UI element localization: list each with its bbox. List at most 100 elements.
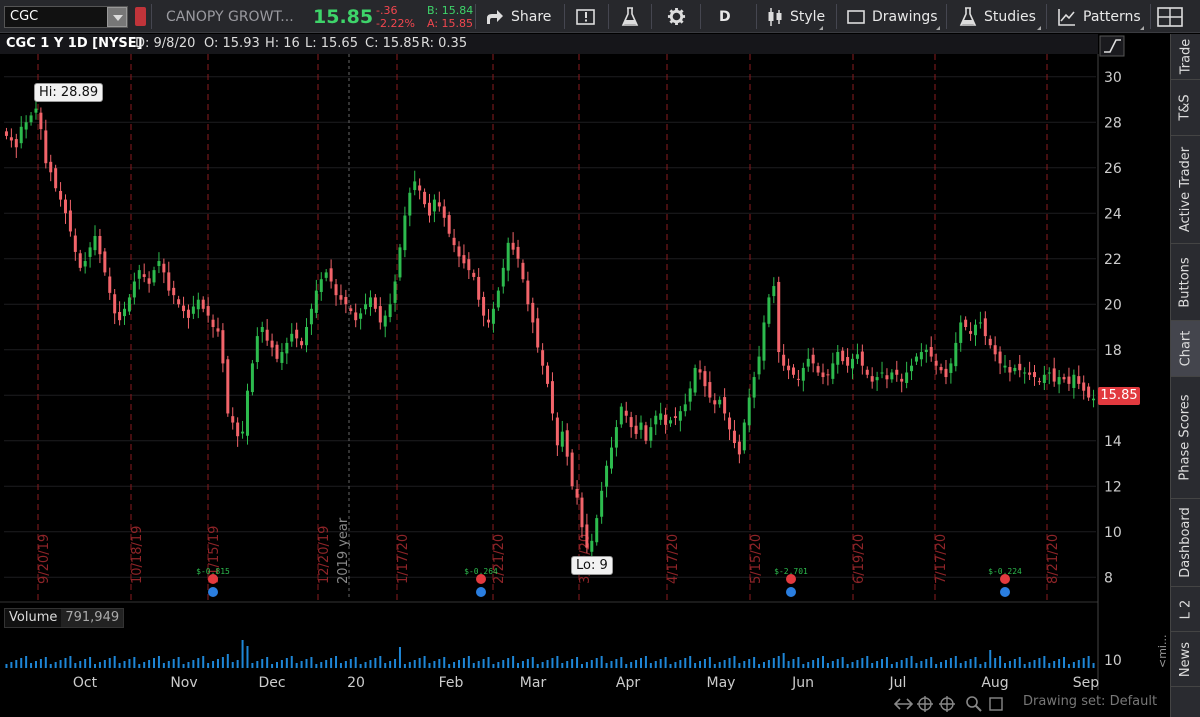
symbol-dropdown-button[interactable] (107, 7, 127, 27)
zoom-in-icon[interactable] (917, 696, 933, 712)
volume-bar (930, 657, 933, 668)
candle-body (68, 210, 72, 232)
side-tab-phase-scores[interactable]: Phase Scores (1171, 377, 1200, 499)
volume-bar (561, 663, 564, 668)
magnifier-icon[interactable] (966, 696, 982, 712)
interval-button[interactable]: D (719, 0, 731, 33)
patterns-button[interactable]: Patterns (1058, 0, 1146, 33)
drawings-button[interactable]: Drawings (847, 0, 942, 33)
event-label: 4/17/20 (666, 534, 681, 584)
volume-bar (374, 658, 377, 668)
volume-bar (462, 658, 465, 668)
crosshair-icon[interactable] (989, 697, 1003, 711)
volume-bar (1072, 662, 1075, 668)
candle-body (570, 452, 574, 487)
dividend-marker-icon[interactable] (476, 587, 486, 597)
side-tab-l-2[interactable]: L 2 (1171, 587, 1200, 632)
candle-body (491, 308, 495, 324)
volume-bar (989, 650, 992, 668)
candle-body (939, 367, 943, 371)
candle-body (142, 274, 146, 277)
side-tab-news[interactable]: News (1171, 632, 1200, 687)
volume-bar (999, 656, 1002, 668)
volume-bar (758, 664, 761, 668)
volume-bar (325, 660, 328, 668)
candle-body (393, 281, 397, 303)
dividend-marker-icon[interactable] (208, 587, 218, 597)
grid-icon (1157, 6, 1183, 27)
side-tab-active-trader[interactable]: Active Trader (1171, 136, 1200, 244)
volume-bar (231, 662, 234, 668)
volume-bar (113, 656, 116, 668)
volume-bar (98, 662, 101, 668)
candle-body (629, 417, 633, 428)
price-chart[interactable]: 9/20/19 10/18/19 11/15/19 12/20/19 1/17/20 2/… (0, 34, 1170, 690)
alert-flag-icon[interactable] (135, 7, 146, 26)
last-price: 15.85 (313, 5, 374, 28)
volume-bar (64, 658, 67, 668)
share-icon (487, 9, 503, 24)
candle-body (910, 365, 914, 372)
side-tab-chart[interactable]: Chart (1171, 321, 1200, 377)
volume-bar (699, 661, 702, 668)
side-tab-buttons[interactable]: Buttons (1171, 244, 1200, 321)
side-tab-label: Chart (1178, 330, 1194, 367)
candle-body (368, 297, 372, 307)
volume-bar (703, 659, 706, 668)
side-tab-t-s[interactable]: T&S (1171, 80, 1200, 136)
side-tab-dashboard[interactable]: Dashboard (1171, 499, 1200, 587)
volume-bar (1018, 657, 1021, 668)
settings-button[interactable] (667, 0, 686, 33)
volume-bar (826, 663, 829, 668)
candle-body (270, 340, 274, 348)
candle-body (826, 374, 830, 376)
candle-body (63, 199, 67, 214)
candle-body (182, 305, 186, 312)
style-button[interactable]: Style (767, 0, 825, 33)
volume-bar (817, 658, 820, 668)
grid-layout-button[interactable] (1157, 0, 1183, 33)
candle-body (329, 268, 333, 282)
candle-body (905, 372, 909, 383)
candle-body (949, 363, 953, 373)
volume-bar (74, 663, 77, 668)
dividend-marker-icon[interactable] (786, 587, 796, 597)
side-tab-trade[interactable]: Trade (1171, 34, 1200, 80)
side-tab-label: Phase Scores (1178, 394, 1194, 481)
drawing-set-label: Drawing set: Default (1023, 694, 1158, 709)
earnings-marker-icon[interactable] (786, 574, 796, 584)
chart-style-toggle[interactable] (1099, 35, 1125, 57)
studies-button[interactable]: Studies (959, 0, 1043, 33)
candle-body (590, 540, 594, 552)
candle-body (757, 356, 761, 375)
candle-body (196, 299, 200, 310)
earnings-marker-icon[interactable] (1000, 574, 1010, 584)
earnings-marker-icon[interactable] (476, 574, 486, 584)
volume-bar (517, 663, 520, 668)
pan-icon[interactable] (893, 698, 914, 710)
volume-bar (315, 664, 318, 668)
volume-bar (640, 658, 642, 668)
volume-bar (162, 663, 165, 668)
volume-bar (497, 662, 500, 668)
candle-body (1062, 377, 1066, 380)
flask-button[interactable] (621, 0, 639, 33)
candle-body (93, 236, 97, 251)
candle-body (560, 431, 564, 447)
volume-bar (851, 662, 854, 668)
zoom-icon[interactable] (939, 696, 955, 712)
volume-label: Volume (9, 610, 58, 625)
notes-button[interactable] (576, 0, 596, 33)
y-tick-label: 14 (1104, 434, 1122, 450)
candle-body (791, 367, 795, 375)
high-label: Hi: 28.89 (34, 83, 104, 102)
volume-bar (551, 658, 554, 668)
candle-body (457, 246, 461, 257)
volume-bar (246, 646, 249, 668)
volume-bar (428, 663, 431, 668)
earnings-marker-icon[interactable] (208, 574, 218, 584)
share-button[interactable]: Share (486, 0, 551, 33)
volume-bar (733, 656, 736, 668)
candle-body (713, 400, 717, 405)
dividend-marker-icon[interactable] (1000, 587, 1010, 597)
